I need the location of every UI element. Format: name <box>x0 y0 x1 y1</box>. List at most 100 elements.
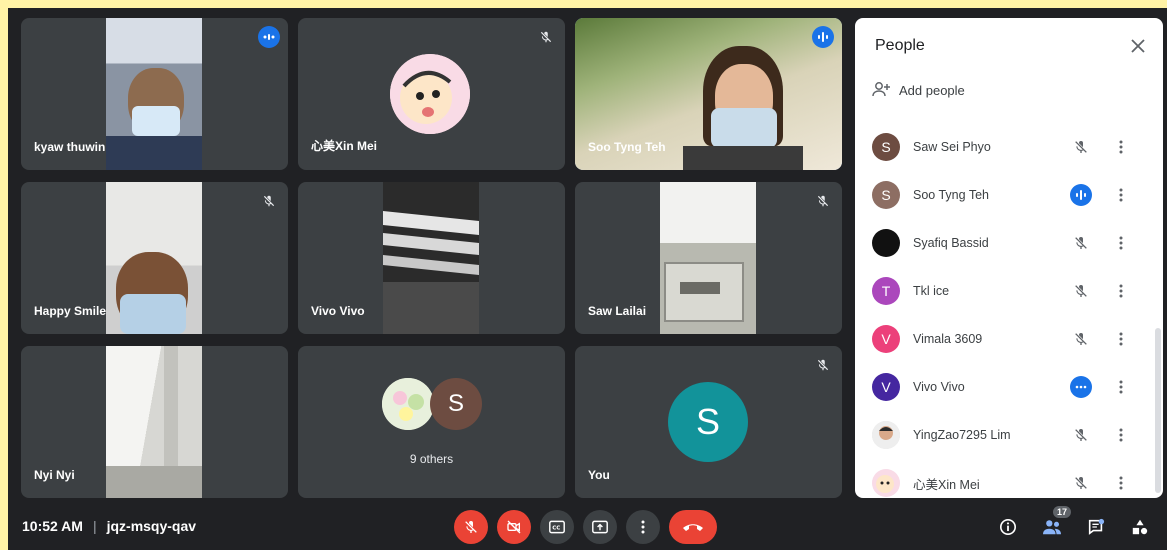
more-options-icon[interactable] <box>1113 280 1129 302</box>
participant-video <box>106 182 202 334</box>
add-people-button[interactable]: Add people <box>871 81 965 100</box>
participant-name: Vivo Vivo <box>913 380 965 394</box>
participant-avatar <box>872 421 900 449</box>
participant-avatar <box>872 469 900 497</box>
tile-name: Nyi Nyi <box>34 468 75 482</box>
speaking-indicator-icon <box>1070 184 1092 206</box>
self-avatar: S <box>668 382 748 462</box>
bottom-bar: 10:52 AM | jqz-msqy-qav CC 17 <box>8 502 1167 550</box>
more-options-button[interactable] <box>626 510 660 544</box>
tile-name: 心美Xin Mei <box>311 139 378 153</box>
mic-off-icon <box>812 354 834 376</box>
talking-dots-icon <box>1070 376 1092 398</box>
participant-name: Vimala 3609 <box>913 332 983 346</box>
add-people-label: Add people <box>899 83 965 98</box>
more-options-icon[interactable] <box>1113 136 1129 158</box>
separator: | <box>92 518 97 534</box>
participant-row[interactable]: T Tkl ice <box>855 267 1155 315</box>
tile-name: Happy Smile <box>34 304 107 318</box>
more-options-icon[interactable] <box>1113 376 1129 398</box>
mic-toggle-button[interactable] <box>454 510 488 544</box>
activities-button[interactable] <box>1125 512 1155 542</box>
participant-avatar: T <box>872 277 900 305</box>
tile-name: Vivo Vivo <box>311 304 365 318</box>
video-tile[interactable]: Saw Lailai <box>575 182 842 334</box>
present-screen-button[interactable] <box>583 510 617 544</box>
participant-avatar <box>382 378 434 430</box>
participant-list: S Saw Sei Phyo S Soo Tyng Teh Syafiq Bas… <box>855 123 1155 498</box>
others-tile[interactable]: S 9 others <box>298 346 565 498</box>
tile-name: kyaw thuwin <box>34 140 106 154</box>
meeting-code: jqz-msqy-qav <box>106 518 197 534</box>
video-tile[interactable]: kyaw thuwin <box>21 18 288 170</box>
participant-name: Tkl ice <box>913 284 950 298</box>
more-options-icon[interactable] <box>1113 328 1129 350</box>
participant-name: Syafiq Bassid <box>913 236 989 250</box>
mic-off-icon <box>535 26 557 48</box>
participant-row[interactable]: S Saw Sei Phyo <box>855 123 1155 171</box>
participant-row[interactable]: Syafiq Bassid <box>855 219 1155 267</box>
video-tile[interactable]: 心美Xin Mei <box>298 18 565 170</box>
video-tile[interactable]: Nyi Nyi <box>21 346 288 498</box>
participant-row[interactable]: S Soo Tyng Teh <box>855 171 1155 219</box>
more-options-icon[interactable] <box>1113 472 1129 494</box>
participant-video <box>106 18 202 170</box>
mic-off-icon <box>1070 232 1092 254</box>
participant-row[interactable]: 心美Xin Mei <box>855 459 1155 498</box>
others-count: 9 others <box>409 452 454 466</box>
participant-count-badge: 17 <box>1052 506 1071 518</box>
tile-name: Saw Lailai <box>588 304 647 318</box>
meeting-details-button[interactable] <box>993 512 1023 542</box>
panel-scrollbar[interactable] <box>1155 328 1161 493</box>
participant-name: 心美Xin Mei <box>913 477 980 492</box>
participant-row[interactable]: V Vimala 3609 <box>855 315 1155 363</box>
mic-off-icon <box>812 190 834 212</box>
participant-avatar <box>872 229 900 257</box>
mic-off-icon <box>1070 328 1092 350</box>
participant-avatar: S <box>430 378 482 430</box>
participant-avatar: S <box>872 133 900 161</box>
speaking-indicator-icon <box>812 26 834 48</box>
more-options-icon[interactable] <box>1113 424 1129 446</box>
participant-name: Soo Tyng Teh <box>913 188 989 202</box>
more-options-icon[interactable] <box>1113 184 1129 206</box>
call-controls: CC <box>454 510 717 544</box>
mic-off-icon <box>1070 472 1092 494</box>
participant-avatar: V <box>872 373 900 401</box>
participant-avatar: S <box>872 181 900 209</box>
meet-window: kyaw thuwin 心美Xin Mei Soo Tyng Teh Happy… <box>8 8 1167 550</box>
meeting-info[interactable]: 10:52 AM | jqz-msqy-qav <box>22 518 196 534</box>
tile-name: Soo Tyng Teh <box>588 140 666 154</box>
mic-off-icon <box>1070 280 1092 302</box>
panel-title: People <box>875 37 925 54</box>
camera-toggle-button[interactable] <box>497 510 531 544</box>
participant-avatar <box>390 54 470 134</box>
people-button[interactable]: 17 <box>1037 506 1071 542</box>
svg-text:CC: CC <box>552 525 560 531</box>
clock-time: 10:52 AM <box>22 518 83 534</box>
speaking-indicator-icon <box>258 26 280 48</box>
self-tile[interactable]: S You <box>575 346 842 498</box>
end-call-button[interactable] <box>669 510 717 544</box>
mic-off-icon <box>1070 136 1092 158</box>
participant-row[interactable]: YingZao7295 Lim <box>855 411 1155 459</box>
participant-avatar: V <box>872 325 900 353</box>
meeting-tools: 17 <box>993 506 1155 542</box>
participant-video <box>106 346 202 498</box>
people-panel: People Add people S Saw Sei Phyo S Soo T… <box>855 18 1163 498</box>
participant-name: Saw Sei Phyo <box>913 140 991 154</box>
participant-name: YingZao7295 Lim <box>913 428 1011 442</box>
video-tile[interactable]: Vivo Vivo <box>298 182 565 334</box>
chat-button[interactable] <box>1081 512 1111 542</box>
mic-off-icon <box>258 190 280 212</box>
captions-button[interactable]: CC <box>540 510 574 544</box>
more-options-icon[interactable] <box>1113 232 1129 254</box>
tile-name: You <box>588 468 610 482</box>
video-tile[interactable]: Soo Tyng Teh <box>575 18 842 170</box>
mic-off-icon <box>1070 424 1092 446</box>
add-person-icon <box>871 81 891 100</box>
participant-row[interactable]: V Vivo Vivo <box>855 363 1155 411</box>
video-tile[interactable]: Happy Smile <box>21 182 288 334</box>
close-icon[interactable] <box>1127 35 1149 57</box>
participant-video <box>660 182 756 334</box>
